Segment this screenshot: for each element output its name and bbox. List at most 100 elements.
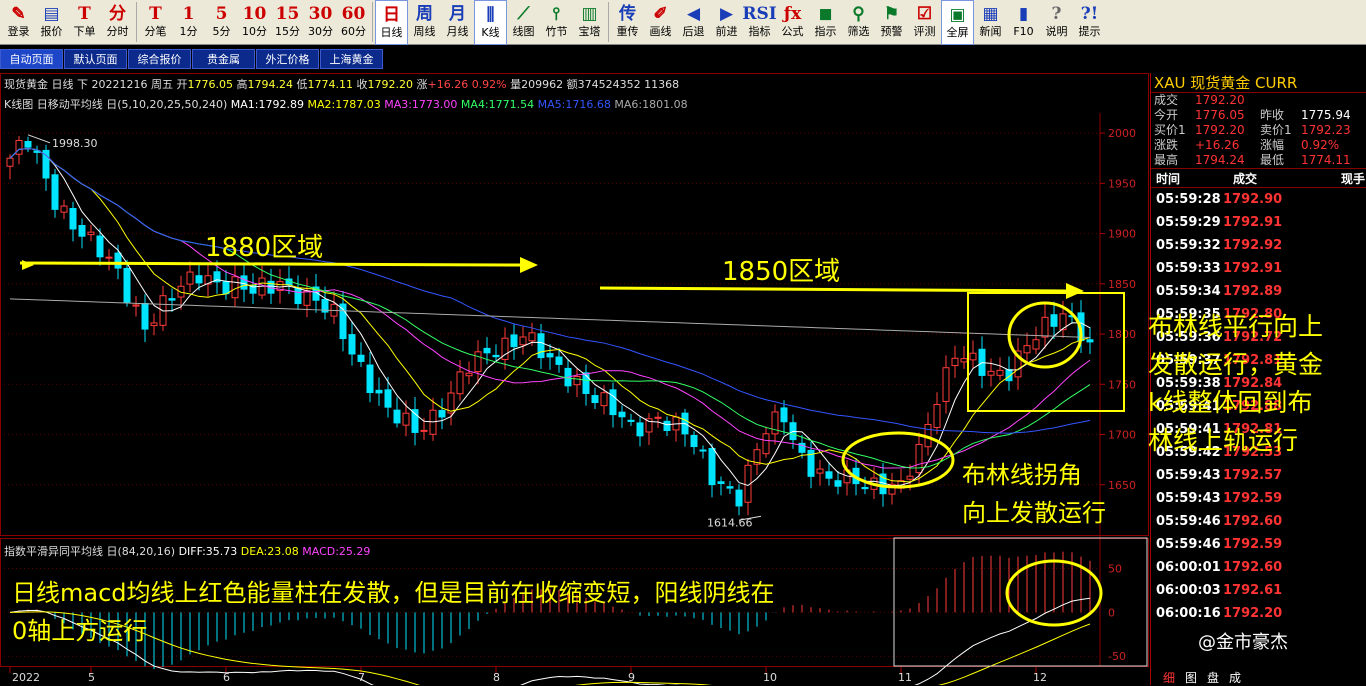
toolbar-button-29[interactable]: ▦ 新闻 (974, 0, 1007, 45)
date-tick-label: 10 (763, 671, 777, 684)
toolbar-button-23[interactable]: ƒx 公式 (776, 0, 809, 45)
tick-price: 1792.89 (1223, 284, 1283, 299)
candle-body (222, 281, 230, 295)
tick-row: 06:00:16 1792.20 (1151, 602, 1366, 625)
tick-price: 1792.57 (1223, 468, 1283, 483)
tick-price: 1792.91 (1223, 215, 1283, 230)
tick-row: 05:59:34 1792.89 (1151, 280, 1366, 303)
candle-body (150, 322, 158, 327)
toolbar-button-32[interactable]: ?! 提示 (1073, 0, 1106, 45)
candle-body (15, 139, 23, 155)
toolbar-button-12[interactable]: 周周线 (408, 0, 441, 45)
candle-body (186, 271, 194, 285)
candle-body (456, 371, 464, 395)
date-tick-label: 5 (88, 671, 95, 684)
candle-body (627, 419, 635, 422)
toolbar-button-13[interactable]: 月月线 (441, 0, 474, 45)
tab-1[interactable]: 默认页面 (64, 49, 127, 69)
tick-time: 05:59:43 (1156, 468, 1221, 483)
panel-tab-3[interactable]: 成 (1229, 669, 1241, 685)
candle-body (420, 429, 428, 432)
quote-label: 成交 (1154, 93, 1179, 107)
tick-price: 1792.61 (1223, 583, 1283, 598)
toolbar-button-31[interactable]: ? 说明 (1040, 0, 1073, 45)
panel-tab-0[interactable]: 细 (1163, 669, 1175, 685)
ma3-value: MA3:1773.00 (384, 98, 458, 111)
date-tick-label: 8 (493, 671, 500, 684)
tab-2[interactable]: 综合报价 (128, 49, 191, 69)
candle-body (1023, 345, 1031, 354)
candle-body (1086, 339, 1094, 343)
toolbar-button-5[interactable]: 1 1分 (172, 0, 205, 45)
candle-body (726, 486, 734, 489)
tick-time: 05:59:32 (1156, 238, 1221, 253)
toolbar-icon: T (78, 4, 91, 24)
candle-body (42, 149, 50, 179)
toolbar-button-7[interactable]: 10 10分 (238, 0, 271, 45)
toolbar-button-1[interactable]: ▤ 报价 (35, 0, 68, 45)
toolbar-button-30[interactable]: ▮ F10 (1007, 0, 1040, 45)
candle-body (240, 275, 248, 290)
info-open: 1776.05 (187, 78, 233, 91)
toolbar-label: 1分 (179, 25, 198, 38)
candle-body (969, 352, 977, 361)
toolbar-icon: 传 (619, 4, 636, 24)
candle-body (636, 422, 644, 437)
toolbar-button-19[interactable]: ✐ 画线 (644, 0, 677, 45)
toolbar-label: 前进 (715, 25, 738, 38)
toolbar-button-11[interactable]: 日日线 (375, 0, 408, 45)
tick-time: 06:00:16 (1156, 606, 1221, 621)
tick-row: 05:59:43 1792.59 (1151, 487, 1366, 510)
toolbar-label: 指标 (748, 25, 771, 38)
toolbar-icon: ? (1051, 4, 1062, 24)
toolbar-button-10[interactable]: 60 60分 (337, 0, 370, 45)
toolbar-label: 画线 (649, 25, 672, 38)
candle-body (366, 364, 374, 394)
toolbar-button-17[interactable]: ▥ 宝塔 (573, 0, 606, 45)
tab-0[interactable]: 自动页面 (0, 49, 63, 69)
toolbar-icon: 月 (449, 4, 466, 24)
toolbar-icon: ▣ (949, 5, 966, 25)
toolbar-button-22[interactable]: RSI 指标 (742, 0, 776, 45)
toolbar-button-15[interactable]: ⟋ 线图 (507, 0, 540, 45)
toolbar-label: 公式 (781, 25, 804, 38)
tab-4[interactable]: 外汇价格 (256, 49, 319, 69)
toolbar-label: 分时 (106, 25, 129, 38)
toolbar-button-16[interactable]: ⫯ 竹节 (540, 0, 573, 45)
toolbar-button-21[interactable]: ▶ 前进 (710, 0, 743, 45)
toolbar-button-14[interactable]: ⫼ K线 (474, 0, 507, 45)
candle-body (996, 369, 1004, 376)
tick-row: 06:00:01 1792.60 (1151, 556, 1366, 579)
toolbar-button-20[interactable]: ◀ 后退 (677, 0, 710, 45)
toolbar-button-18[interactable]: 传重传 (611, 0, 644, 45)
toolbar-button-3[interactable]: 分分时 (101, 0, 134, 45)
candle-body (1041, 316, 1049, 338)
toolbar-button-26[interactable]: ⚑ 预警 (875, 0, 908, 45)
tab-3[interactable]: 贵金属 (192, 49, 255, 69)
toolbar-separator (136, 2, 137, 42)
candle-body (231, 276, 239, 299)
panel-tab-1[interactable]: 图 (1185, 669, 1197, 685)
quote-label: 买价1 (1154, 123, 1186, 137)
candle-body (906, 475, 914, 480)
tab-5[interactable]: 上海黄金 (320, 49, 383, 69)
toolbar-button-0[interactable]: ✎ 登录 (2, 0, 35, 45)
candle-body (51, 174, 59, 210)
panel-tab-2[interactable]: 盘 (1207, 669, 1219, 685)
toolbar-icon: ⫯ (552, 4, 561, 24)
candle-body (618, 411, 626, 418)
toolbar-button-27[interactable]: ☑ 评测 (908, 0, 941, 45)
quote-label: 昨收 (1260, 108, 1285, 122)
annotation-right-2: 发散运行，黄金 (1148, 350, 1324, 379)
toolbar-button-28[interactable]: ▣ 全屏 (941, 0, 974, 45)
toolbar-button-25[interactable]: ⚲ 筛选 (842, 0, 875, 45)
toolbar-icon: ⫼ (486, 5, 495, 25)
toolbar-button-9[interactable]: 30 30分 (304, 0, 337, 45)
toolbar-button-24[interactable]: ◼ 指示 (809, 0, 842, 45)
toolbar-label: 线图 (512, 25, 535, 38)
toolbar-button-2[interactable]: T 下单 (68, 0, 101, 45)
candle-body (537, 333, 545, 359)
toolbar-button-6[interactable]: 5 5分 (205, 0, 238, 45)
toolbar-button-4[interactable]: T 分笔 (139, 0, 172, 45)
toolbar-button-8[interactable]: 15 15分 (271, 0, 304, 45)
